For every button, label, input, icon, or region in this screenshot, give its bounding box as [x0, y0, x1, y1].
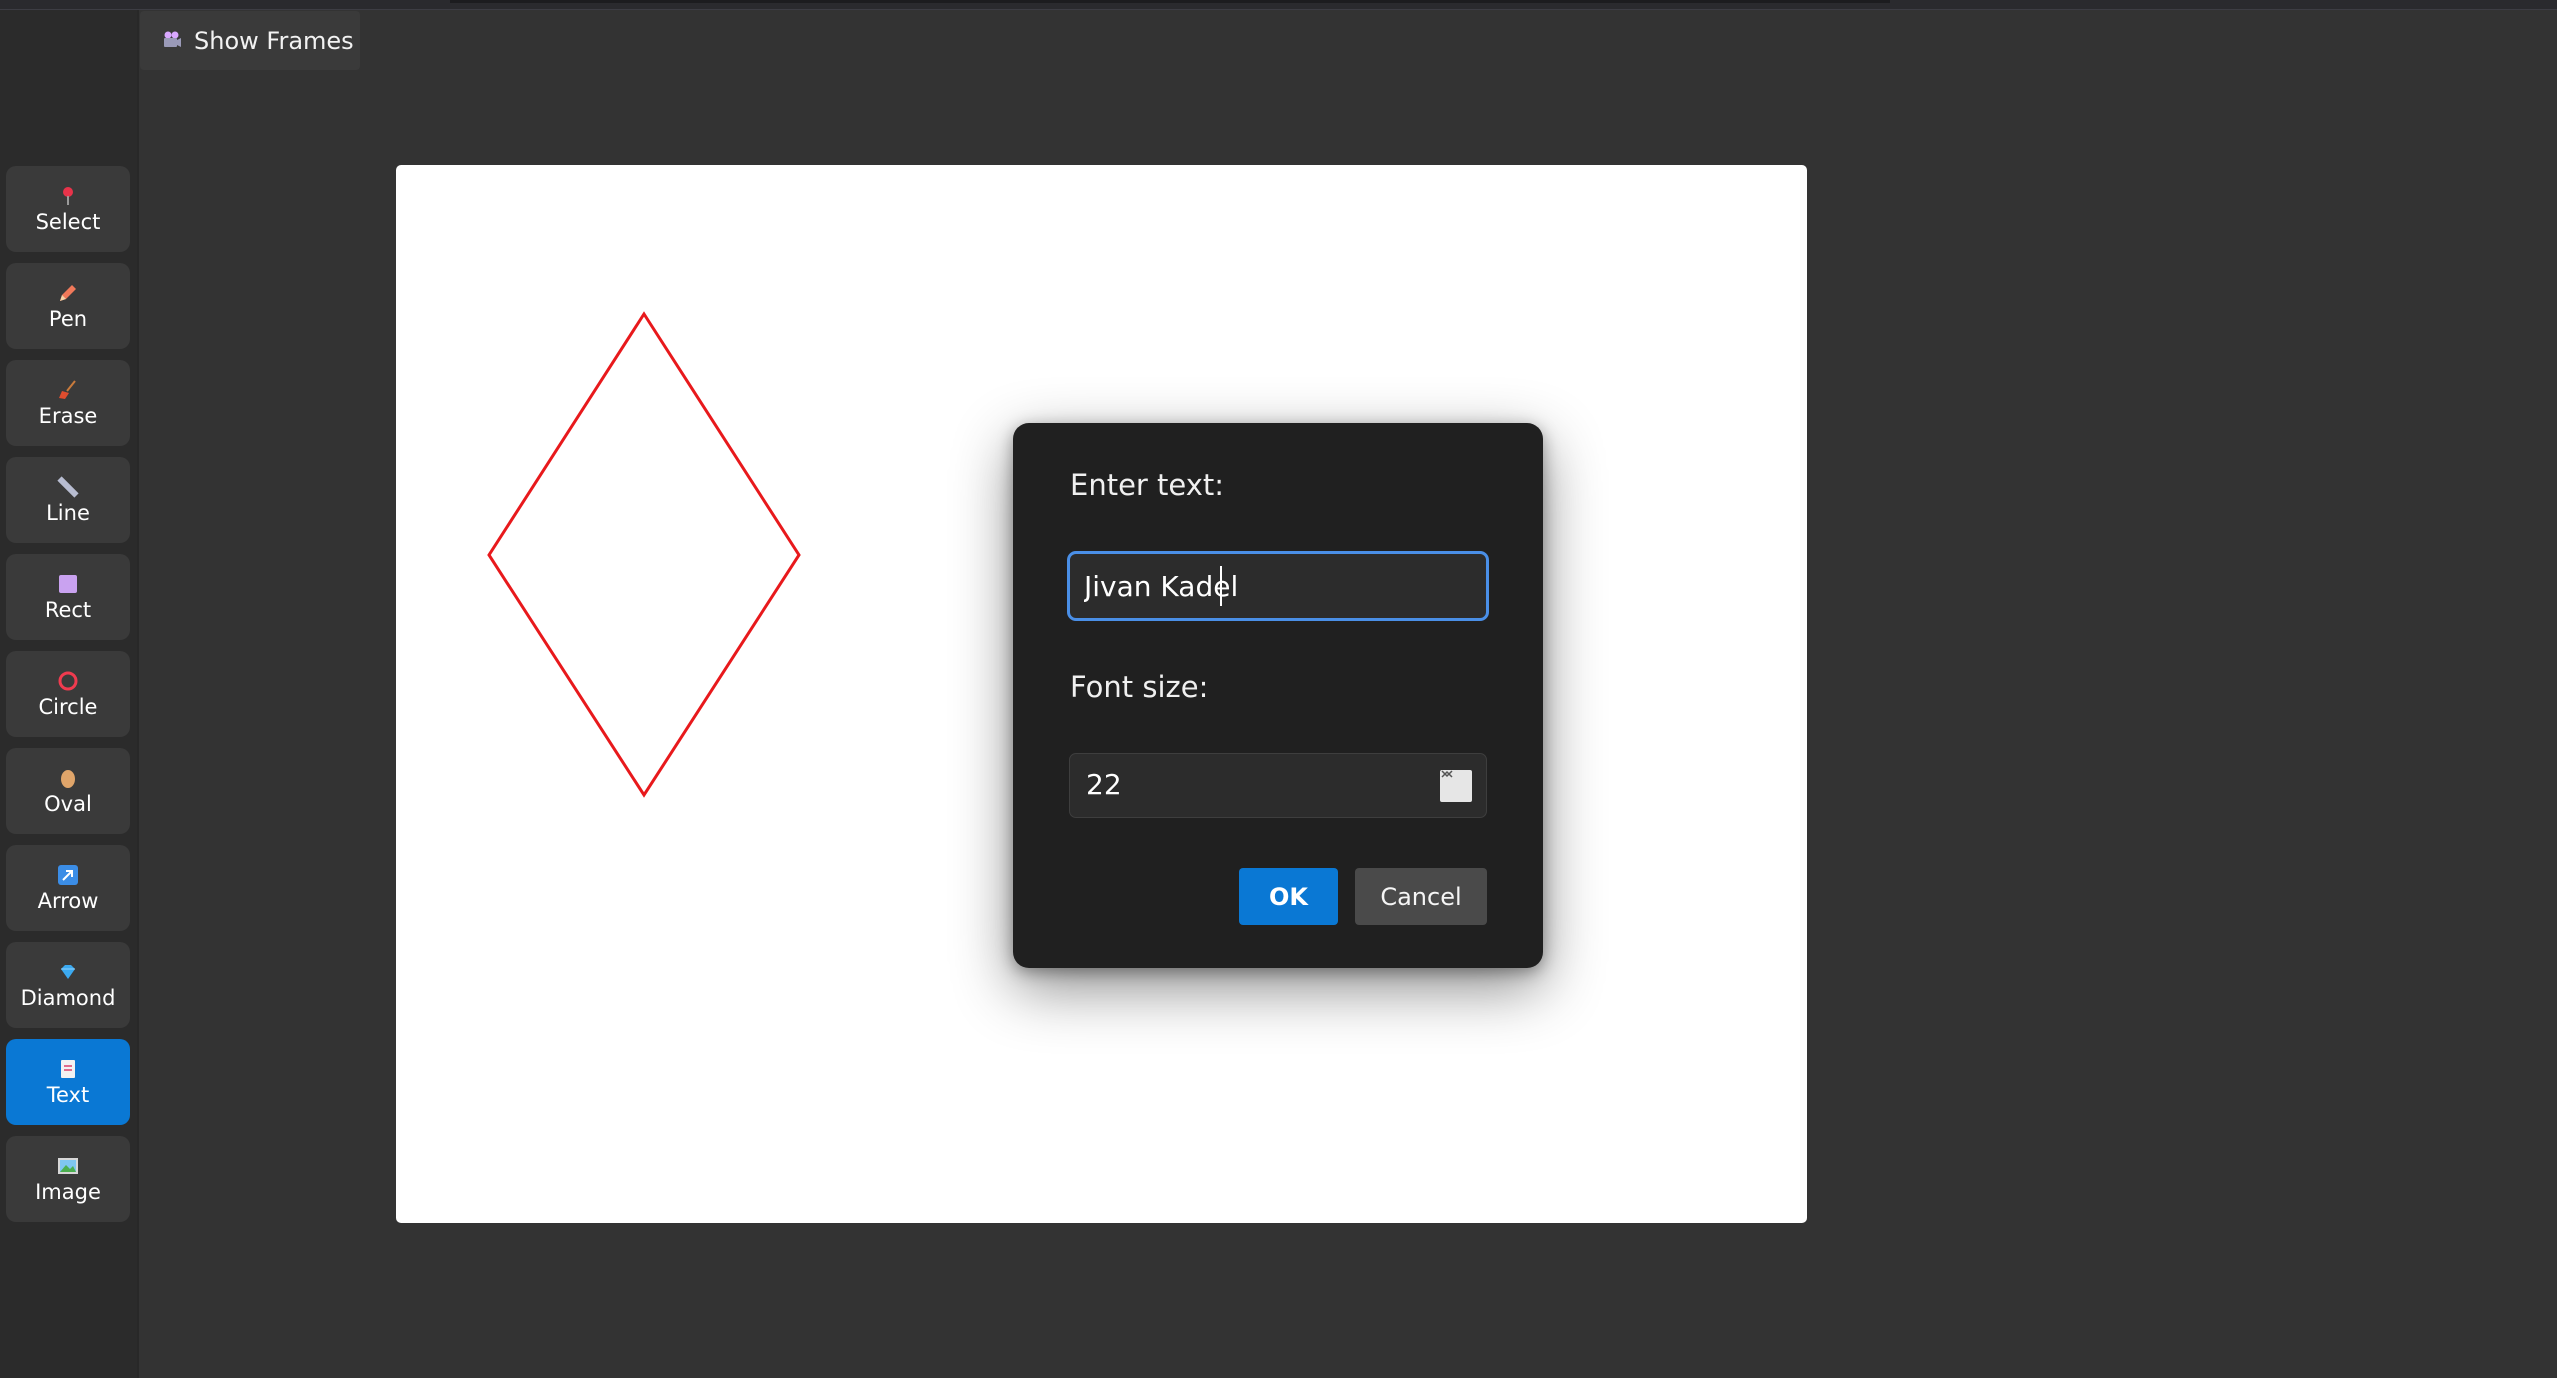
- ok-button[interactable]: OK: [1239, 868, 1338, 925]
- circle-icon: [56, 669, 80, 693]
- tool-rect-button[interactable]: Rect: [6, 554, 130, 640]
- gem-icon: [56, 960, 80, 984]
- tool-diamond-label: Diamond: [20, 986, 116, 1010]
- tool-oval-button[interactable]: Oval: [6, 748, 130, 834]
- text-caret: [1220, 566, 1222, 606]
- square-icon: [56, 572, 80, 596]
- tool-sidebar: Select Pen Erase Line Rect Circle Oval A…: [0, 10, 139, 1378]
- tool-pen-label: Pen: [48, 307, 88, 331]
- arrow-icon: [56, 863, 80, 887]
- font-size-label: Font size:: [1070, 670, 1209, 704]
- picture-icon: [56, 1154, 80, 1178]
- tool-arrow-label: Arrow: [37, 889, 99, 913]
- enter-text-label: Enter text:: [1070, 468, 1225, 502]
- font-size-spinbox[interactable]: 22: [1069, 753, 1487, 818]
- tool-text-label: Text: [46, 1083, 90, 1107]
- text-input[interactable]: [1067, 551, 1489, 621]
- show-frames-label: Show Frames: [194, 26, 354, 55]
- tool-oval-label: Oval: [44, 792, 92, 816]
- spinner-arrows[interactable]: [1440, 770, 1472, 802]
- top-strip-center: [450, 0, 1890, 3]
- tool-erase-button[interactable]: Erase: [6, 360, 130, 446]
- document-icon: [56, 1057, 80, 1081]
- tool-text-button[interactable]: Text: [6, 1039, 130, 1125]
- tool-rect-label: Rect: [44, 598, 92, 622]
- app-window: Select Pen Erase Line Rect Circle Oval A…: [0, 0, 2557, 1378]
- broom-icon: [56, 378, 80, 402]
- tool-select-label: Select: [35, 210, 101, 234]
- tool-image-button[interactable]: Image: [6, 1136, 130, 1222]
- tool-arrow-button[interactable]: Arrow: [6, 845, 130, 931]
- pushpin-icon: [56, 184, 80, 208]
- cancel-button[interactable]: Cancel: [1355, 868, 1487, 925]
- egg-icon: [56, 766, 80, 790]
- tool-image-label: Image: [35, 1180, 101, 1204]
- drawing-canvas[interactable]: Enter text: Font size: 22 OK Cancel: [396, 165, 1807, 1223]
- window-top-strip: [0, 0, 2557, 10]
- font-size-value: 22: [1086, 768, 1122, 801]
- tool-select-button[interactable]: Select: [6, 166, 130, 252]
- tool-diamond-button[interactable]: Diamond: [6, 942, 130, 1028]
- ruler-icon: [56, 475, 80, 499]
- text-entry-dialog: Enter text: Font size: 22 OK Cancel: [1013, 423, 1543, 968]
- show-frames-button[interactable]: Show Frames: [140, 11, 360, 70]
- film-frames-icon: [162, 29, 182, 53]
- tool-erase-label: Erase: [38, 404, 98, 428]
- tool-pen-button[interactable]: Pen: [6, 263, 130, 349]
- tool-line-button[interactable]: Line: [6, 457, 130, 543]
- tool-circle-label: Circle: [38, 695, 98, 719]
- tool-circle-button[interactable]: Circle: [6, 651, 130, 737]
- tool-line-label: Line: [46, 501, 90, 525]
- diamond-shape[interactable]: [487, 311, 801, 798]
- pencil-icon: [56, 281, 80, 305]
